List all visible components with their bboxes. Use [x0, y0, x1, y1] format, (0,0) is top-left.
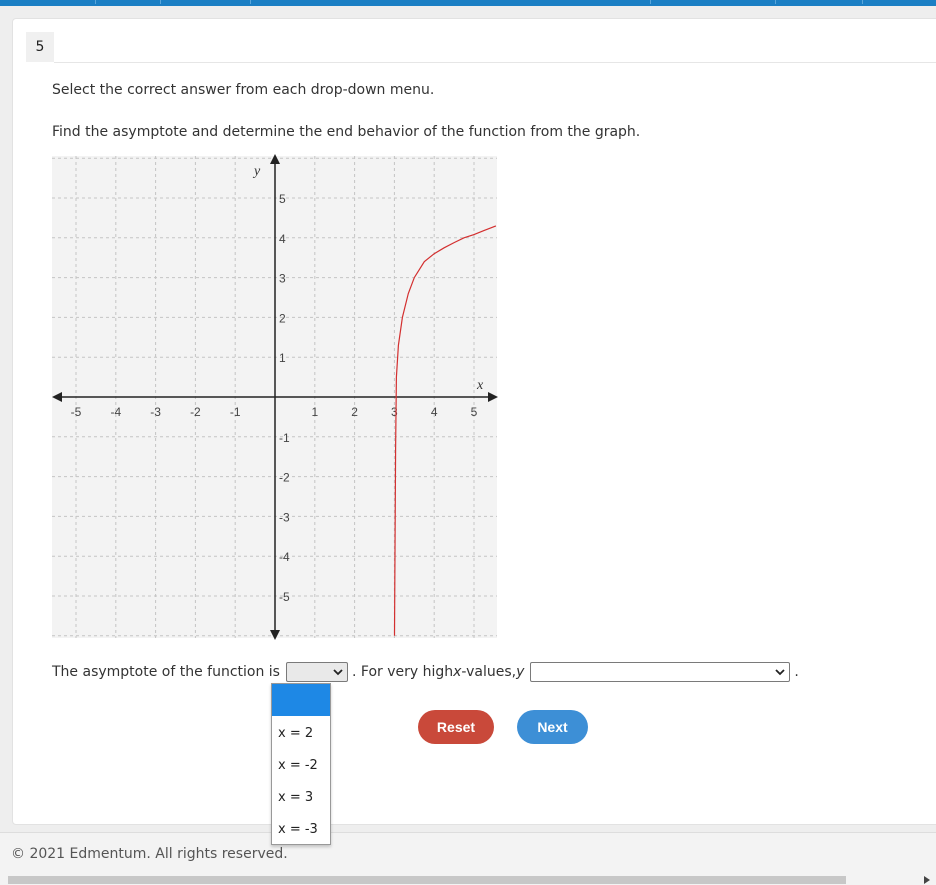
- reset-button[interactable]: Reset: [418, 710, 494, 744]
- question-instruction: Select the correct answer from each drop…: [52, 82, 435, 98]
- next-button[interactable]: Next: [517, 710, 588, 744]
- x-tick-label: 1: [311, 405, 318, 419]
- question-header-divider: [54, 62, 936, 63]
- y-tick-label: 1: [279, 351, 286, 365]
- y-tick-label: -4: [279, 550, 290, 564]
- answer-text-end: .: [794, 664, 799, 680]
- scroll-right-arrow-icon[interactable]: [924, 876, 930, 884]
- question-prompt: Find the asymptote and determine the end…: [52, 124, 641, 140]
- x-tick-label: 2: [351, 405, 358, 419]
- dropdown-option[interactable]: x = -2: [272, 750, 330, 782]
- y-axis-label: y: [252, 164, 261, 179]
- nav-divider: [650, 0, 651, 4]
- dropdown-option[interactable]: x = 3: [272, 782, 330, 814]
- answer-sentence: The asymptote of the function is . For v…: [52, 662, 799, 684]
- answer-x-variable: x: [453, 664, 462, 680]
- y-tick-label: 3: [279, 272, 286, 286]
- chevron-down-icon: [333, 669, 343, 676]
- asymptote-dropdown-list[interactable]: x = 2 x = -2 x = 3 x = -3: [271, 683, 331, 845]
- x-axis-label: x: [476, 378, 484, 393]
- end-behavior-dropdown[interactable]: [530, 662, 791, 682]
- nav-divider: [862, 0, 863, 4]
- top-navigation-bar: [0, 0, 936, 6]
- answer-y-variable: y: [516, 664, 525, 680]
- y-tick-label: -3: [279, 510, 290, 524]
- x-tick-label: 3: [391, 405, 398, 419]
- answer-text-part1: The asymptote of the function is: [52, 664, 280, 680]
- chevron-down-icon: [775, 669, 786, 676]
- y-tick-label: -1: [279, 431, 290, 445]
- x-tick-label: -2: [190, 405, 201, 419]
- asymptote-dropdown[interactable]: [285, 662, 348, 682]
- x-tick-label: 5: [471, 405, 478, 419]
- copyright-text: © 2021 Edmentum. All rights reserved.: [11, 846, 288, 862]
- x-tick-label: -1: [230, 405, 241, 419]
- x-tick-label: -4: [110, 405, 121, 419]
- y-tick-label: -2: [279, 471, 290, 485]
- dropdown-option[interactable]: x = -3: [272, 814, 330, 846]
- nav-divider: [250, 0, 251, 4]
- dropdown-option[interactable]: [272, 684, 330, 716]
- nav-divider: [95, 0, 96, 4]
- x-tick-label: -5: [71, 405, 82, 419]
- horizontal-scrollbar[interactable]: [8, 876, 846, 884]
- nav-divider: [775, 0, 776, 4]
- question-number: 5: [26, 32, 54, 62]
- x-tick-label: 4: [431, 405, 438, 419]
- y-tick-label: 5: [279, 192, 286, 206]
- function-graph: -5 -4 -3 -2 -1 1 2 3 4 5 5 4 3 2 1 -1 -2 -3 -4 -5 x y: [52, 154, 498, 640]
- x-tick-label: -3: [150, 405, 161, 419]
- answer-text-part2: . For very high: [351, 664, 454, 680]
- y-tick-label: 2: [279, 311, 286, 325]
- nav-divider: [160, 0, 161, 4]
- dropdown-option[interactable]: x = 2: [272, 718, 330, 750]
- y-tick-label: -5: [279, 590, 290, 604]
- y-tick-label: 4: [279, 232, 286, 246]
- answer-text-part3: -values,: [461, 664, 517, 680]
